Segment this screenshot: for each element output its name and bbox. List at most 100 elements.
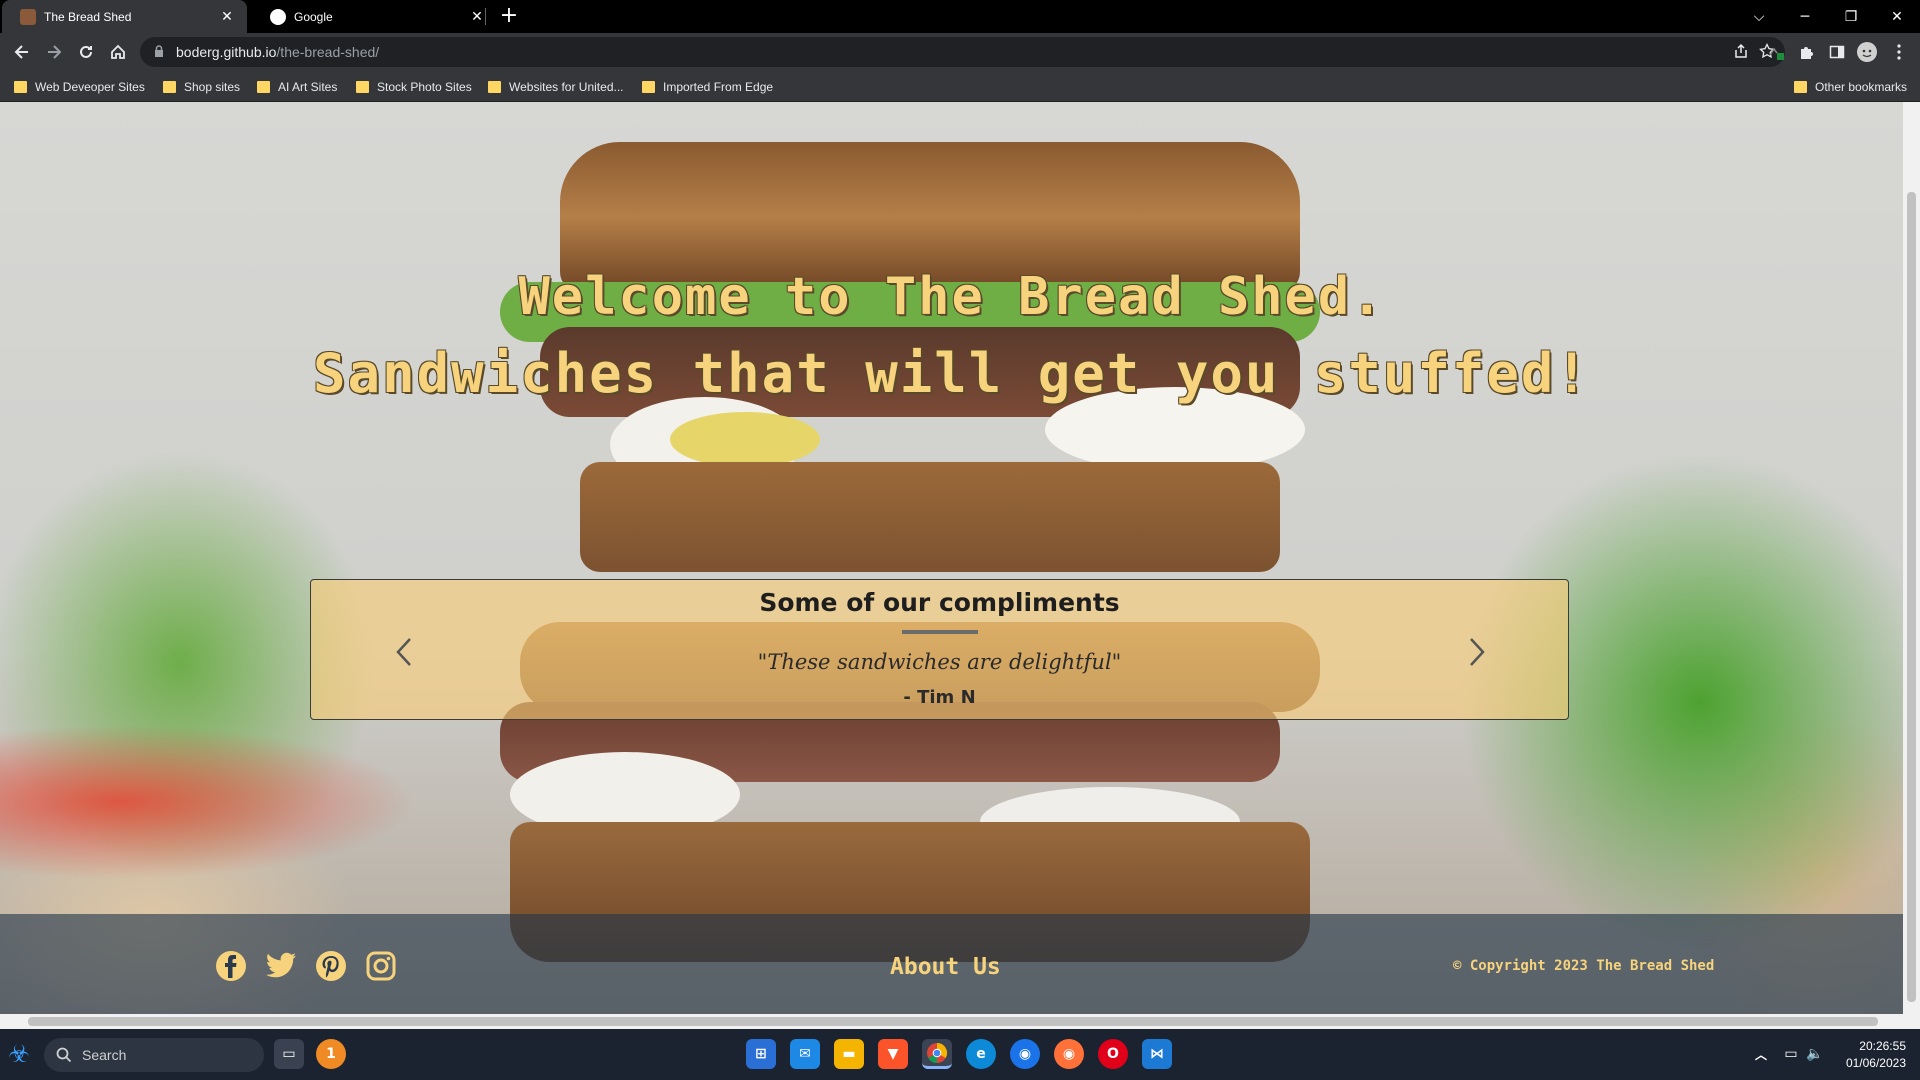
bread-shed-favicon-icon [20,8,36,25]
new-tab-button[interactable]: + [496,4,522,30]
folder-icon [163,81,176,93]
start-button-icon[interactable]: ⊞ [746,1039,776,1069]
bookmark-label: Websites for United... [509,80,624,94]
side-panel-icon[interactable] [1823,38,1851,66]
clock-date: 01/06/2023 [1845,1056,1906,1070]
notification-badge: 1 [326,1046,336,1062]
clock-time: 20:26:55 [1859,1039,1906,1053]
vertical-scrollbar[interactable] [1903,102,1920,1014]
page-viewport: Welcome to The Bread Shed. Sandwiches th… [0,102,1903,1014]
file-explorer-icon[interactable]: ▬ [834,1039,864,1069]
search-label: Search [82,1047,127,1063]
system-clock[interactable]: 20:26:55 01/06/2023 [1846,1038,1906,1072]
folder-icon [642,81,655,93]
extension-status-icon[interactable] [1762,38,1790,66]
bookmark-folder[interactable]: Shop sites [163,77,240,97]
close-tab-icon[interactable]: ✕ [469,8,485,25]
search-icon [56,1047,72,1063]
lock-icon[interactable] [154,44,164,60]
vertical-scroll-thumb[interactable] [1907,192,1916,1002]
forward-arrow-icon [48,45,62,59]
bookmark-folder[interactable]: AI Art Sites [257,77,337,97]
tab-search-icon[interactable]: ⌵ [1736,0,1782,33]
tab-separator [485,8,486,25]
address-bar[interactable]: boderg.github.io/the-bread-shed/ [140,37,1785,67]
site-footer: About Us © Copyright 2023 The Bread Shed [0,914,1903,1014]
share-icon[interactable] [1733,43,1749,62]
vscode-icon[interactable]: ⋈ [1142,1039,1172,1069]
bookmark-folder[interactable]: Websites for United... [488,77,624,97]
tab-title: Google [294,9,333,24]
reload-icon [80,45,92,58]
browser-tab-bar: The Bread Shed ✕ Google ✕ + ⌵ ─ ❐ ✕ [0,0,1920,33]
close-window-button[interactable]: ✕ [1874,0,1920,33]
url-host: boderg.github.io [176,44,277,60]
firefox-dev-icon[interactable]: ◉ [1010,1039,1040,1069]
copyright-text: © Copyright 2023 The Bread Shed [1453,958,1715,974]
opera-icon[interactable]: O [1098,1039,1128,1069]
bookmark-label: Imported From Edge [663,80,774,94]
bookmark-label: Shop sites [184,80,241,94]
chevron-up-icon[interactable]: ︿ [1746,1039,1776,1069]
biohazard-widget-icon[interactable]: ☣ [4,1039,34,1069]
folder-icon [14,81,27,93]
tab-the-bread-shed[interactable]: The Bread Shed ✕ [2,0,247,33]
windows-taskbar: ☣ Search ▭ 1 ⊞ ✉ ▬ ▼ e ◉ ◉ O ⋈ ︿ ▭ 🔈 20:… [0,1029,1920,1080]
bookmark-folder-other[interactable]: Other bookmarks [1794,77,1907,97]
chevron-right-icon [1470,638,1485,666]
bookmark-label: Web Deveoper Sites [35,80,145,94]
compliment-quote: "These sandwiches are delightful" [757,650,1122,674]
profile-avatar[interactable] [1853,38,1881,66]
bookmark-label: AI Art Sites [278,80,338,94]
folder-icon [257,81,270,93]
bookmark-label: Other bookmarks [1815,80,1908,94]
title-underline [902,630,978,634]
bookmark-folder[interactable]: Stock Photo Sites [356,77,472,97]
bookmark-folder[interactable]: Imported From Edge [642,77,773,97]
home-button[interactable] [104,38,132,66]
reload-button[interactable] [72,38,100,66]
home-icon [111,44,125,59]
chrome-icon[interactable] [922,1039,952,1069]
bookmark-label: Stock Photo Sites [377,80,472,94]
hero-background-image: Welcome to The Bread Shed. Sandwiches th… [0,102,1903,1014]
folder-icon [1794,81,1807,93]
horizontal-scroll-thumb[interactable] [28,1017,1878,1026]
compliments-carousel: Some of our compliments "These sandwiche… [310,579,1569,720]
carousel-next-button[interactable] [1462,632,1492,672]
horizontal-scrollbar[interactable] [0,1014,1920,1029]
tab-title: The Bread Shed [44,9,132,24]
tab-google[interactable]: Google ✕ [252,0,497,33]
volume-icon[interactable]: 🔈 [1800,1039,1830,1069]
facebook-icon[interactable] [215,950,247,982]
task-view-icon[interactable]: ▭ [274,1039,304,1069]
restore-button[interactable]: ❐ [1828,0,1874,33]
hero-headline-line2: Sandwiches that will get you stuffed! [313,342,1590,405]
compliment-author: - Tim N [903,687,976,708]
chrome-menu-icon[interactable] [1885,38,1913,66]
minimize-button[interactable]: ─ [1782,0,1828,33]
close-tab-icon[interactable]: ✕ [219,8,235,25]
notification-app-icon[interactable]: 1 [316,1039,346,1069]
mail-icon[interactable]: ✉ [790,1039,820,1069]
google-favicon-icon [270,8,286,25]
twitter-icon[interactable] [265,950,297,982]
folder-icon [488,81,501,93]
back-button[interactable] [8,38,36,66]
bookmarks-bar: Web Deveoper Sites Shop sites AI Art Sit… [0,71,1920,102]
back-arrow-icon [14,45,28,59]
bookmark-folder[interactable]: Web Deveoper Sites [14,77,145,97]
firefox-icon[interactable]: ◉ [1054,1039,1084,1069]
instagram-icon[interactable] [365,950,397,982]
pinterest-icon[interactable] [315,950,347,982]
forward-button[interactable] [40,38,68,66]
extensions-puzzle-icon[interactable] [1793,38,1821,66]
about-us-link[interactable]: About Us [890,954,1001,980]
taskbar-search[interactable]: Search [44,1038,264,1072]
edge-icon[interactable]: e [966,1039,996,1069]
hero-headline-line1: Welcome to The Bread Shed. [518,267,1385,327]
browser-toolbar: boderg.github.io/the-bread-shed/ [0,33,1920,71]
brave-browser-icon[interactable]: ▼ [878,1039,908,1069]
url-path: /the-bread-shed/ [276,44,380,60]
social-links [215,950,397,982]
